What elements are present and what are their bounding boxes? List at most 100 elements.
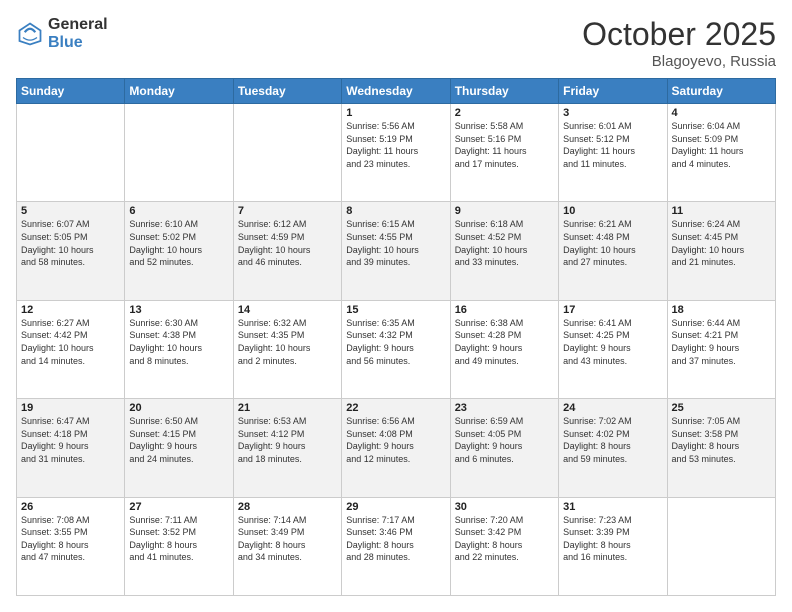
day-number: 26 bbox=[21, 501, 120, 513]
day-info: Sunrise: 6:07 AM Sunset: 5:05 PM Dayligh… bbox=[21, 218, 120, 268]
calendar-cell bbox=[125, 104, 233, 202]
day-info: Sunrise: 7:02 AM Sunset: 4:02 PM Dayligh… bbox=[563, 415, 662, 465]
day-number: 4 bbox=[672, 107, 771, 119]
day-number: 30 bbox=[455, 501, 554, 513]
calendar-cell: 26Sunrise: 7:08 AM Sunset: 3:55 PM Dayli… bbox=[17, 497, 125, 595]
header: General Blue October 2025 Blagoyevo, Rus… bbox=[16, 16, 776, 70]
calendar-cell bbox=[233, 104, 341, 202]
day-info: Sunrise: 6:32 AM Sunset: 4:35 PM Dayligh… bbox=[238, 317, 337, 367]
calendar-cell: 15Sunrise: 6:35 AM Sunset: 4:32 PM Dayli… bbox=[342, 300, 450, 398]
day-number: 3 bbox=[563, 107, 662, 119]
calendar-week-row-3: 12Sunrise: 6:27 AM Sunset: 4:42 PM Dayli… bbox=[17, 300, 776, 398]
day-number: 13 bbox=[129, 304, 228, 316]
calendar-cell: 24Sunrise: 7:02 AM Sunset: 4:02 PM Dayli… bbox=[559, 399, 667, 497]
day-number: 8 bbox=[346, 205, 445, 217]
calendar-cell: 22Sunrise: 6:56 AM Sunset: 4:08 PM Dayli… bbox=[342, 399, 450, 497]
logo-text: General Blue bbox=[48, 16, 108, 51]
col-sunday: Sunday bbox=[17, 79, 125, 104]
calendar-cell: 7Sunrise: 6:12 AM Sunset: 4:59 PM Daylig… bbox=[233, 202, 341, 300]
day-info: Sunrise: 6:12 AM Sunset: 4:59 PM Dayligh… bbox=[238, 218, 337, 268]
day-info: Sunrise: 7:23 AM Sunset: 3:39 PM Dayligh… bbox=[563, 514, 662, 564]
calendar-cell: 11Sunrise: 6:24 AM Sunset: 4:45 PM Dayli… bbox=[667, 202, 775, 300]
calendar-week-row-4: 19Sunrise: 6:47 AM Sunset: 4:18 PM Dayli… bbox=[17, 399, 776, 497]
calendar-cell: 8Sunrise: 6:15 AM Sunset: 4:55 PM Daylig… bbox=[342, 202, 450, 300]
day-number: 14 bbox=[238, 304, 337, 316]
day-number: 27 bbox=[129, 501, 228, 513]
day-number: 9 bbox=[455, 205, 554, 217]
day-number: 10 bbox=[563, 205, 662, 217]
day-number: 25 bbox=[672, 402, 771, 414]
day-number: 15 bbox=[346, 304, 445, 316]
calendar-cell: 13Sunrise: 6:30 AM Sunset: 4:38 PM Dayli… bbox=[125, 300, 233, 398]
calendar-cell: 14Sunrise: 6:32 AM Sunset: 4:35 PM Dayli… bbox=[233, 300, 341, 398]
calendar-week-row-1: 1Sunrise: 5:56 AM Sunset: 5:19 PM Daylig… bbox=[17, 104, 776, 202]
title-location: Blagoyevo, Russia bbox=[582, 53, 776, 70]
calendar-cell: 23Sunrise: 6:59 AM Sunset: 4:05 PM Dayli… bbox=[450, 399, 558, 497]
day-info: Sunrise: 6:38 AM Sunset: 4:28 PM Dayligh… bbox=[455, 317, 554, 367]
day-info: Sunrise: 7:08 AM Sunset: 3:55 PM Dayligh… bbox=[21, 514, 120, 564]
logo-general-text: General bbox=[48, 16, 108, 34]
calendar-header-row: Sunday Monday Tuesday Wednesday Thursday… bbox=[17, 79, 776, 104]
calendar-cell: 6Sunrise: 6:10 AM Sunset: 5:02 PM Daylig… bbox=[125, 202, 233, 300]
title-month: October 2025 bbox=[582, 16, 776, 53]
day-info: Sunrise: 6:21 AM Sunset: 4:48 PM Dayligh… bbox=[563, 218, 662, 268]
day-info: Sunrise: 6:24 AM Sunset: 4:45 PM Dayligh… bbox=[672, 218, 771, 268]
day-number: 17 bbox=[563, 304, 662, 316]
col-tuesday: Tuesday bbox=[233, 79, 341, 104]
day-info: Sunrise: 6:56 AM Sunset: 4:08 PM Dayligh… bbox=[346, 415, 445, 465]
col-friday: Friday bbox=[559, 79, 667, 104]
calendar-cell: 2Sunrise: 5:58 AM Sunset: 5:16 PM Daylig… bbox=[450, 104, 558, 202]
day-info: Sunrise: 6:53 AM Sunset: 4:12 PM Dayligh… bbox=[238, 415, 337, 465]
day-info: Sunrise: 6:35 AM Sunset: 4:32 PM Dayligh… bbox=[346, 317, 445, 367]
col-monday: Monday bbox=[125, 79, 233, 104]
calendar-cell bbox=[667, 497, 775, 595]
day-info: Sunrise: 6:44 AM Sunset: 4:21 PM Dayligh… bbox=[672, 317, 771, 367]
calendar-cell: 29Sunrise: 7:17 AM Sunset: 3:46 PM Dayli… bbox=[342, 497, 450, 595]
day-info: Sunrise: 6:18 AM Sunset: 4:52 PM Dayligh… bbox=[455, 218, 554, 268]
calendar-week-row-2: 5Sunrise: 6:07 AM Sunset: 5:05 PM Daylig… bbox=[17, 202, 776, 300]
day-info: Sunrise: 7:05 AM Sunset: 3:58 PM Dayligh… bbox=[672, 415, 771, 465]
col-saturday: Saturday bbox=[667, 79, 775, 104]
calendar-cell: 17Sunrise: 6:41 AM Sunset: 4:25 PM Dayli… bbox=[559, 300, 667, 398]
calendar-cell: 9Sunrise: 6:18 AM Sunset: 4:52 PM Daylig… bbox=[450, 202, 558, 300]
day-info: Sunrise: 7:11 AM Sunset: 3:52 PM Dayligh… bbox=[129, 514, 228, 564]
day-number: 11 bbox=[672, 205, 771, 217]
day-number: 31 bbox=[563, 501, 662, 513]
day-info: Sunrise: 7:14 AM Sunset: 3:49 PM Dayligh… bbox=[238, 514, 337, 564]
calendar-cell bbox=[17, 104, 125, 202]
day-number: 12 bbox=[21, 304, 120, 316]
day-info: Sunrise: 6:04 AM Sunset: 5:09 PM Dayligh… bbox=[672, 120, 771, 170]
day-info: Sunrise: 6:01 AM Sunset: 5:12 PM Dayligh… bbox=[563, 120, 662, 170]
calendar-table: Sunday Monday Tuesday Wednesday Thursday… bbox=[16, 78, 776, 596]
calendar-cell: 31Sunrise: 7:23 AM Sunset: 3:39 PM Dayli… bbox=[559, 497, 667, 595]
col-thursday: Thursday bbox=[450, 79, 558, 104]
day-info: Sunrise: 6:41 AM Sunset: 4:25 PM Dayligh… bbox=[563, 317, 662, 367]
day-number: 1 bbox=[346, 107, 445, 119]
day-number: 7 bbox=[238, 205, 337, 217]
calendar-cell: 30Sunrise: 7:20 AM Sunset: 3:42 PM Dayli… bbox=[450, 497, 558, 595]
day-info: Sunrise: 6:50 AM Sunset: 4:15 PM Dayligh… bbox=[129, 415, 228, 465]
day-info: Sunrise: 7:17 AM Sunset: 3:46 PM Dayligh… bbox=[346, 514, 445, 564]
logo-blue-text: Blue bbox=[48, 34, 108, 52]
col-wednesday: Wednesday bbox=[342, 79, 450, 104]
day-info: Sunrise: 6:15 AM Sunset: 4:55 PM Dayligh… bbox=[346, 218, 445, 268]
calendar-cell: 1Sunrise: 5:56 AM Sunset: 5:19 PM Daylig… bbox=[342, 104, 450, 202]
calendar-cell: 4Sunrise: 6:04 AM Sunset: 5:09 PM Daylig… bbox=[667, 104, 775, 202]
calendar-cell: 5Sunrise: 6:07 AM Sunset: 5:05 PM Daylig… bbox=[17, 202, 125, 300]
day-number: 6 bbox=[129, 205, 228, 217]
day-info: Sunrise: 6:30 AM Sunset: 4:38 PM Dayligh… bbox=[129, 317, 228, 367]
calendar-cell: 3Sunrise: 6:01 AM Sunset: 5:12 PM Daylig… bbox=[559, 104, 667, 202]
day-number: 2 bbox=[455, 107, 554, 119]
day-number: 28 bbox=[238, 501, 337, 513]
day-info: Sunrise: 5:58 AM Sunset: 5:16 PM Dayligh… bbox=[455, 120, 554, 170]
day-number: 23 bbox=[455, 402, 554, 414]
title-block: October 2025 Blagoyevo, Russia bbox=[582, 16, 776, 70]
day-info: Sunrise: 5:56 AM Sunset: 5:19 PM Dayligh… bbox=[346, 120, 445, 170]
day-number: 24 bbox=[563, 402, 662, 414]
day-number: 5 bbox=[21, 205, 120, 217]
day-number: 21 bbox=[238, 402, 337, 414]
day-info: Sunrise: 6:10 AM Sunset: 5:02 PM Dayligh… bbox=[129, 218, 228, 268]
calendar-cell: 18Sunrise: 6:44 AM Sunset: 4:21 PM Dayli… bbox=[667, 300, 775, 398]
calendar-cell: 19Sunrise: 6:47 AM Sunset: 4:18 PM Dayli… bbox=[17, 399, 125, 497]
calendar-cell: 20Sunrise: 6:50 AM Sunset: 4:15 PM Dayli… bbox=[125, 399, 233, 497]
